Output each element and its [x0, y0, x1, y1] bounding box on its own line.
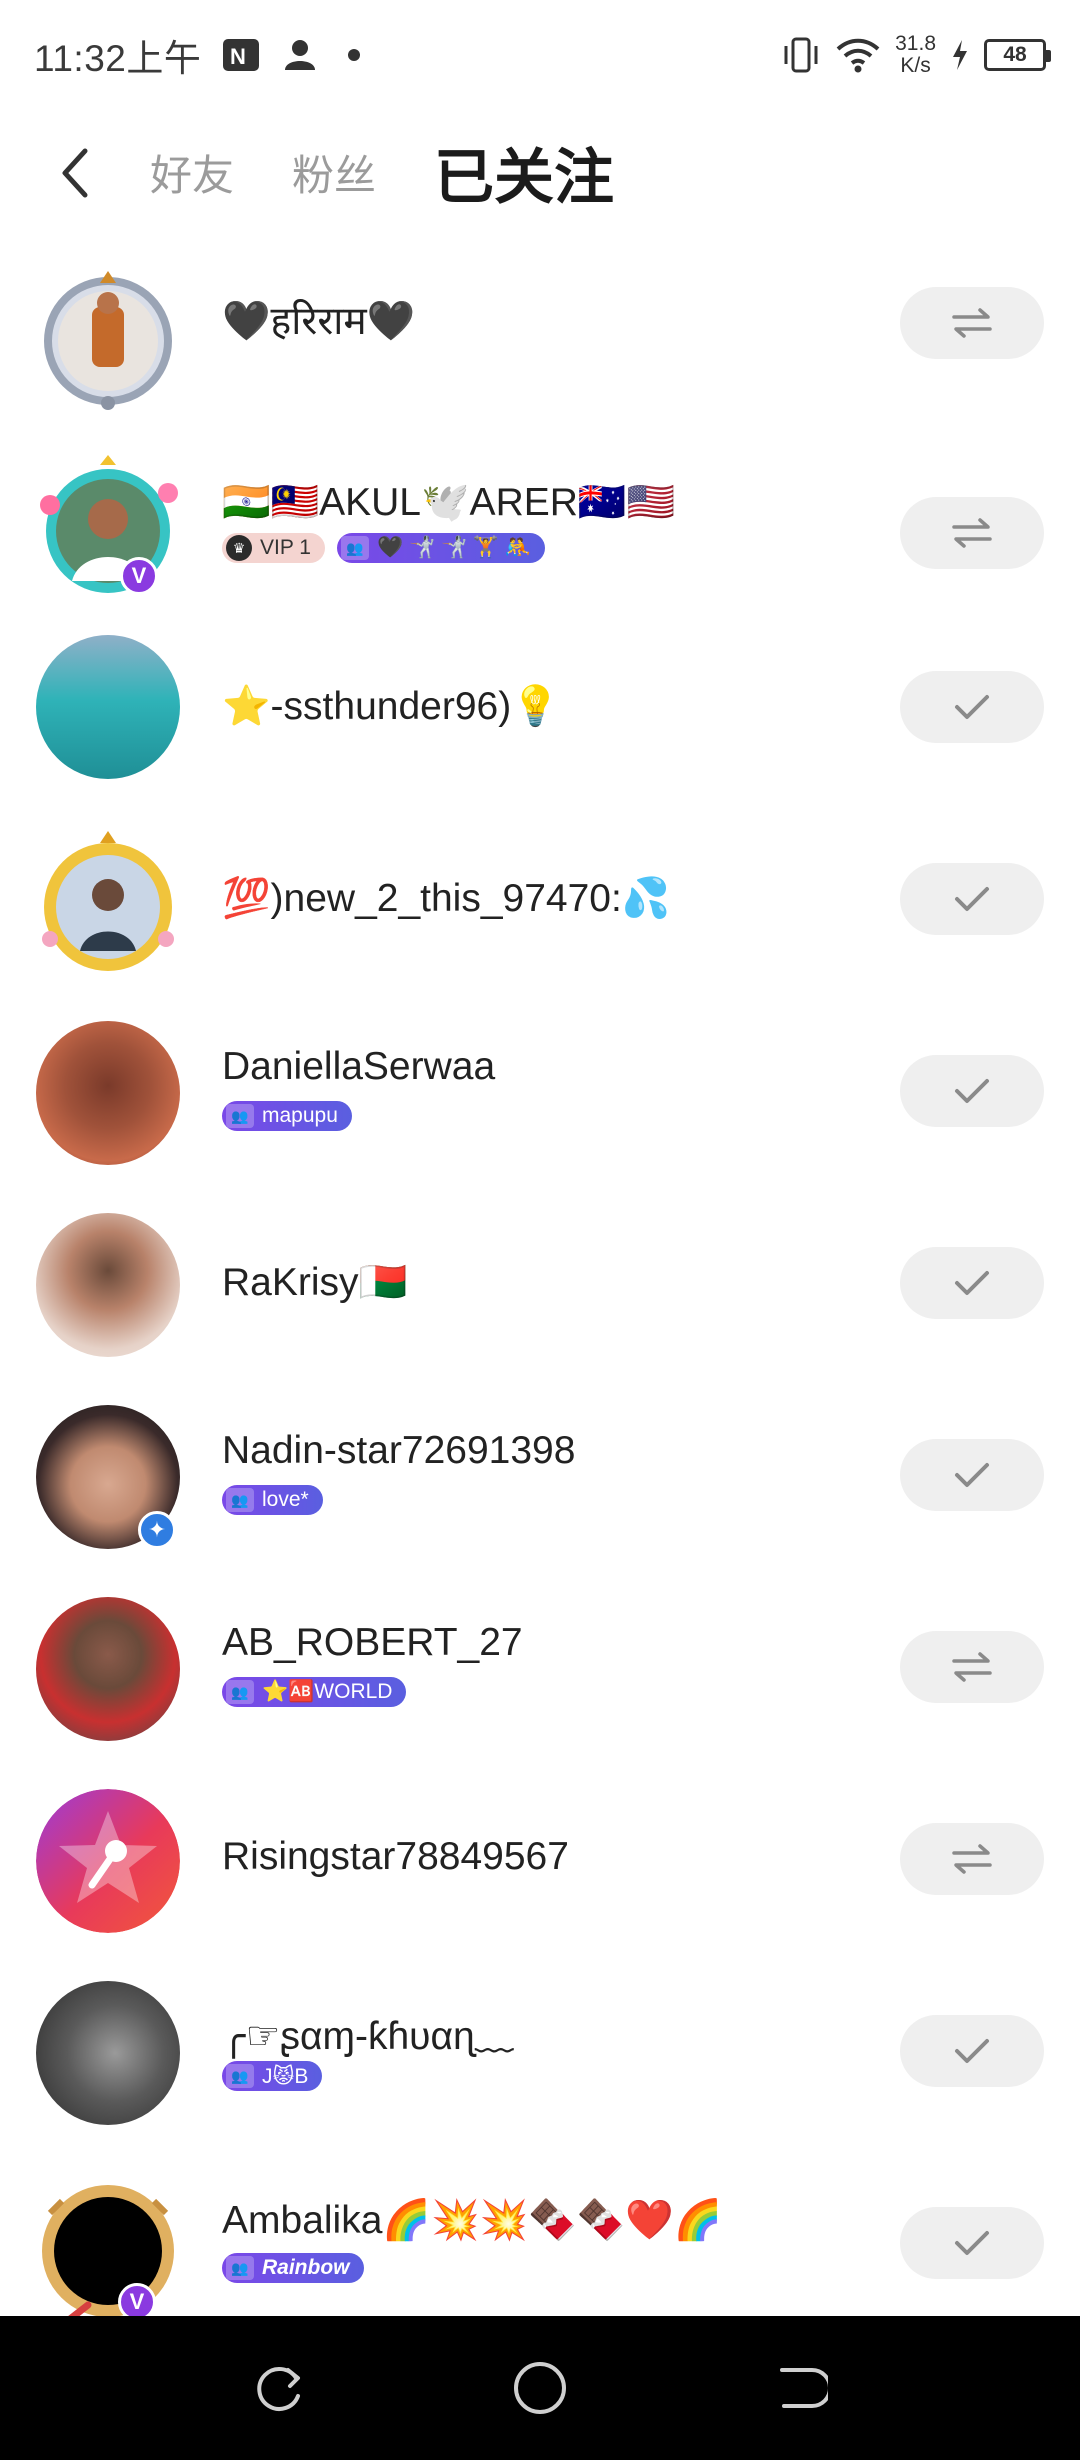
user-name: Risingstar78849567	[222, 1835, 569, 1878]
status-time: 11:32上午	[34, 38, 202, 79]
fan-club-badge: 👥 mapupu	[222, 1101, 352, 1131]
avatar[interactable]	[30, 453, 186, 609]
list-item[interactable]: 🖤हरिराम🖤	[0, 245, 1080, 437]
avatar[interactable]	[30, 829, 186, 985]
verified-badge-icon: V	[120, 557, 158, 595]
fan-club-badge: 👥 ⭐🆎WORLD	[222, 1677, 407, 1707]
avatar[interactable]	[36, 1981, 180, 2125]
recent-apps-icon	[257, 2367, 300, 2411]
top-tab-bar: 好友 粉丝 已关注	[0, 110, 1080, 235]
fan-club-badge: 👥 love*	[222, 1485, 323, 1515]
list-item[interactable]: ⭐-ssthunder96)💡	[0, 629, 1080, 821]
following-button[interactable]	[900, 1439, 1044, 1511]
fan-club-icon: 👥	[226, 1104, 254, 1128]
nfc-icon: N	[223, 39, 260, 71]
vibrate-icon	[784, 37, 818, 73]
fan-club-badge: 👥 J😾B	[222, 2061, 323, 2091]
mutual-follow-icon	[952, 518, 992, 548]
list-item[interactable]: RaKrisy🇲🇬	[0, 1205, 1080, 1397]
avatar[interactable]	[36, 1789, 180, 1933]
following-button[interactable]	[900, 671, 1044, 743]
verified-badge-icon: ✦	[138, 1511, 176, 1549]
list-item[interactable]: DaniellaSerwaa 👥 mapupu	[0, 1013, 1080, 1205]
user-name: Nadin-star72691398	[222, 1429, 576, 1472]
avatar[interactable]	[36, 635, 180, 779]
check-icon	[955, 887, 989, 911]
list-item[interactable]: ✦ Nadin-star72691398 👥 love*	[0, 1397, 1080, 1589]
crown-icon: ♛	[226, 535, 252, 561]
list-item[interactable]: AB_ROBERT_27 👥 ⭐🆎WORLD	[0, 1589, 1080, 1781]
badge-row: 👥 love*	[222, 1485, 323, 1515]
charging-icon	[953, 40, 967, 70]
check-icon	[955, 2039, 989, 2063]
mutual-follow-icon	[952, 308, 992, 338]
badge-row: ♛ VIP 1 👥 🖤 🤺 🤺 🏋 🤼	[222, 533, 546, 563]
list-item[interactable]: 💯)new_2_this_97470:💦	[0, 821, 1080, 1013]
check-icon	[955, 1079, 989, 1103]
back-button[interactable]	[0, 110, 150, 235]
list-item[interactable]: Risingstar78849567	[0, 1781, 1080, 1973]
home-icon	[514, 2362, 566, 2414]
user-name: Ambalika🌈💥💥🍫🍫❤️🌈	[222, 2199, 723, 2242]
fan-club-badge: 👥 Rainbow	[222, 2253, 364, 2283]
user-name: 🖤हरिराम🖤	[222, 300, 416, 343]
list-item[interactable]: V 🇮🇳🇲🇾AKUL🕊️ARER🇦🇺🇺🇸 ♛ VIP 1 👥 🖤 🤺 🤺 🏋 🤼	[0, 437, 1080, 629]
wifi-icon	[836, 38, 880, 73]
user-name: AB_ROBERT_27	[222, 1621, 523, 1664]
user-name: DaniellaSerwaa	[222, 1045, 496, 1088]
user-name: ╭☞ʂαɱ-ƙɦυαɳ﹏	[222, 2015, 514, 2058]
check-icon	[955, 1463, 989, 1487]
home-button[interactable]	[500, 2348, 580, 2428]
avatar[interactable]	[36, 1597, 180, 1741]
fan-club-badge: 👥 🖤 🤺 🤺 🏋 🤼	[336, 533, 546, 563]
badge-row: 👥 mapupu	[222, 1101, 352, 1131]
list-item[interactable]: ╭☞ʂαɱ-ƙɦυαɳ﹏ 👥 J😾B	[0, 1973, 1080, 2165]
badge-row: 👥 J😾B	[222, 2061, 323, 2091]
battery-icon: 48	[984, 39, 1051, 71]
user-name: ⭐-ssthunder96)💡	[222, 685, 560, 728]
mutual-follow-button[interactable]	[900, 1631, 1044, 1703]
fan-club-icon: 👥	[340, 536, 369, 560]
badge-row: 👥 Rainbow	[222, 2253, 364, 2283]
user-name: RaKrisy🇲🇬	[222, 1261, 408, 1304]
net-speed: 31.8 K/s	[895, 32, 936, 77]
mutual-follow-button[interactable]	[900, 287, 1044, 359]
back-icon	[780, 2368, 828, 2408]
following-button[interactable]	[900, 2015, 1044, 2087]
system-back-button[interactable]	[760, 2348, 840, 2428]
tab-friends[interactable]: 好友	[150, 142, 234, 203]
mutual-follow-icon	[952, 1652, 992, 1682]
mutual-follow-icon	[952, 1844, 992, 1874]
user-name: 💯)new_2_this_97470:💦	[222, 877, 671, 920]
following-button[interactable]	[900, 1055, 1044, 1127]
fan-club-icon: 👥	[226, 1680, 254, 1704]
vip-badge: ♛ VIP 1	[222, 533, 325, 563]
fan-club-icon: 👥	[226, 2256, 254, 2280]
mutual-follow-button[interactable]	[900, 497, 1044, 569]
avatar[interactable]	[30, 2173, 186, 2329]
system-navigation-bar	[0, 2316, 1080, 2460]
svg-text:N: N	[230, 44, 246, 69]
status-bar: 11:32上午 N 31.8 K/s 48	[0, 0, 1080, 110]
fan-club-icon: 👥	[226, 2064, 254, 2088]
avatar[interactable]	[36, 1021, 180, 1165]
fan-club-icon: 👥	[226, 1488, 254, 1512]
following-button[interactable]	[900, 863, 1044, 935]
avatar[interactable]	[30, 263, 186, 419]
recent-apps-button[interactable]	[240, 2348, 320, 2428]
check-icon	[955, 695, 989, 719]
tab-fans[interactable]: 粉丝	[292, 142, 376, 203]
person-icon	[285, 40, 316, 70]
following-button[interactable]	[900, 2207, 1044, 2279]
check-icon	[955, 1271, 989, 1295]
following-button[interactable]	[900, 1247, 1044, 1319]
mutual-follow-button[interactable]	[900, 1823, 1044, 1895]
chevron-left-icon	[62, 148, 88, 197]
badge-row: 👥 ⭐🆎WORLD	[222, 1677, 407, 1707]
check-icon	[955, 2231, 989, 2255]
avatar[interactable]	[36, 1213, 180, 1357]
user-name: 🇮🇳🇲🇾AKUL🕊️ARER🇦🇺🇺🇸	[222, 481, 676, 524]
dot-icon	[348, 49, 361, 61]
tab-following[interactable]: 已关注	[434, 129, 614, 216]
